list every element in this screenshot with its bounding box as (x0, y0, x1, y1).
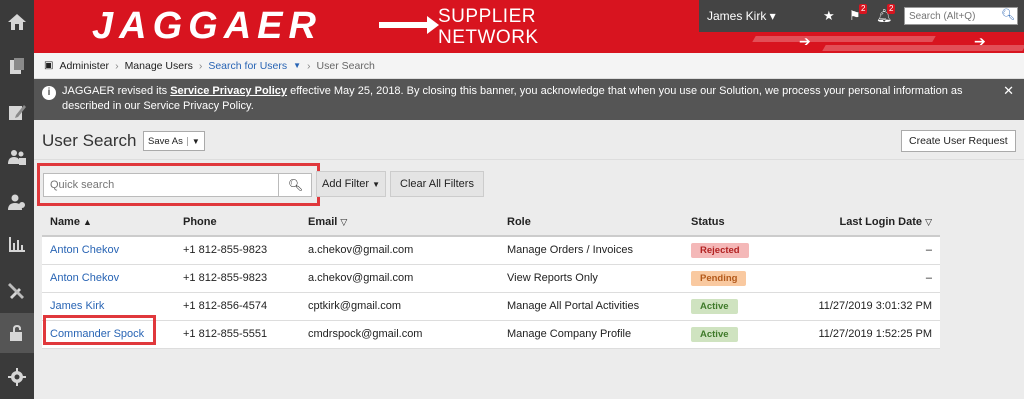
sort-icon[interactable]: ▽ (925, 217, 932, 227)
top-toolbar: James Kirk ▾ ★ ⚑ 2 🔔︎ 2 🔍︎ (699, 0, 1024, 32)
column-last-login[interactable]: Last Login Date ▽ (785, 208, 940, 237)
user-admin-icon[interactable] (0, 182, 34, 222)
role-cell: Manage Company Profile (499, 320, 683, 349)
close-icon[interactable]: ✕ (1003, 83, 1014, 98)
header-decoration (752, 36, 936, 42)
phone-cell: +1 812-855-9823 (175, 264, 300, 293)
email-cell: a.chekov@gmail.com (300, 236, 499, 265)
column-phone[interactable]: Phone (175, 208, 300, 237)
chevron-right-icon: › (307, 59, 311, 72)
sort-icon[interactable]: ▽ (340, 217, 347, 227)
users-table: Name ▲ Phone Email ▽ Role Status Last Lo… (42, 208, 940, 349)
table-row: Anton Chekov +1 812-855-9823 a.chekov@gm… (42, 264, 940, 293)
column-status[interactable]: Status (683, 208, 785, 237)
user-name-link[interactable]: Anton Chekov (50, 244, 119, 256)
table-row: Commander Spock +1 812-855-5551 cmdrspoc… (42, 320, 940, 349)
app-header: JAGGAER SUPPLIER NETWORK James Kirk ▾ ★ … (34, 0, 1024, 53)
logo-arrow (379, 16, 439, 34)
sort-asc-icon[interactable]: ▲ (83, 217, 92, 227)
bell-count-badge: 2 (887, 4, 896, 14)
caret-down-icon: ▼ (372, 179, 381, 189)
chevron-down-icon[interactable]: ▼ (293, 61, 301, 70)
last-login-cell: 11/27/2019 3:01:32 PM (785, 292, 940, 321)
home-icon[interactable] (0, 2, 34, 42)
last-login-cell: 11/27/2019 1:52:25 PM (785, 320, 940, 349)
column-email[interactable]: Email ▽ (300, 208, 499, 237)
table-header-row: Name ▲ Phone Email ▽ Role Status Last Lo… (42, 208, 940, 237)
email-cell: cptkirk@gmail.com (300, 292, 499, 321)
tools-icon[interactable] (0, 270, 34, 310)
global-search-icon[interactable]: 🔍︎ (1001, 8, 1015, 21)
status-badge: Active (691, 326, 738, 342)
administer-icon: ▣ (44, 60, 54, 71)
last-login-cell: – (785, 264, 940, 293)
user-name: James Kirk (707, 9, 767, 23)
phone-cell: +1 812-855-9823 (175, 236, 300, 265)
column-name[interactable]: Name ▲ (42, 208, 175, 237)
save-as-button[interactable]: Save As ▼ (143, 131, 205, 151)
breadcrumb-user-search: User Search (316, 59, 375, 72)
chevron-down-icon[interactable]: ▼ (186, 136, 204, 146)
settings-icon[interactable] (0, 357, 34, 397)
privacy-policy-link[interactable]: Service Privacy Policy (170, 85, 287, 97)
column-email-label: Email (308, 215, 338, 228)
status-badge: Pending (691, 270, 747, 286)
table-row: James Kirk +1 812-856-4574 cptkirk@gmail… (42, 292, 940, 321)
title-row: User Search Save As ▼ Create User Reques… (34, 120, 1024, 160)
role-cell: Manage All Portal Activities (499, 292, 683, 321)
highlight-box (43, 315, 156, 345)
user-name-link[interactable]: James Kirk (50, 300, 104, 312)
phone-cell: +1 812-856-4574 (175, 292, 300, 321)
edit-icon[interactable] (0, 92, 34, 132)
create-user-request-button[interactable]: Create User Request (901, 130, 1016, 152)
phone-cell: +1 812-855-5551 (175, 320, 300, 349)
page-title: User Search (42, 131, 137, 150)
info-icon: i (42, 86, 56, 100)
column-name-label: Name (50, 215, 80, 228)
role-cell: Manage Orders / Invoices (499, 236, 683, 265)
breadcrumb-manage-users[interactable]: Manage Users (125, 60, 193, 72)
network-label-line1: SUPPLIER (438, 6, 536, 27)
user-name-link[interactable]: Anton Chekov (50, 272, 119, 284)
save-as-label: Save As (148, 135, 183, 147)
status-badge: Rejected (691, 242, 749, 258)
banner-text-before: JAGGAER revised its (62, 85, 171, 97)
documents-icon[interactable] (0, 46, 34, 86)
breadcrumb-search-for-users[interactable]: Search for Users (208, 60, 287, 72)
privacy-banner: i JAGGAER revised its Service Privacy Po… (34, 79, 1024, 120)
add-filter-button[interactable]: Add Filter ▼ (316, 171, 387, 197)
favorites-star-icon[interactable]: ★ (823, 8, 835, 24)
left-nav-rail (0, 0, 34, 399)
main-content: User Search Save As ▼ Create User Reques… (34, 120, 1024, 399)
users-icon[interactable] (0, 137, 34, 177)
highlight-box (37, 163, 320, 206)
breadcrumb: ▣ Administer › Manage Users › Search for… (34, 53, 1024, 79)
header-decoration (822, 45, 1024, 51)
breadcrumb-administer[interactable]: Administer (59, 60, 109, 72)
column-role[interactable]: Role (499, 208, 683, 237)
last-login-cell: – (785, 236, 940, 265)
table-row: Anton Chekov +1 812-855-9823 a.chekov@gm… (42, 236, 940, 265)
divider (34, 159, 1024, 160)
user-menu[interactable]: James Kirk ▾ (707, 9, 776, 23)
network-label-line2: NETWORK (438, 27, 539, 48)
email-cell: cmdrspock@gmail.com (300, 320, 499, 349)
arrow-decoration-icon: ➔ (974, 33, 986, 49)
chevron-right-icon: › (198, 59, 203, 72)
add-filter-label: Add Filter (322, 178, 370, 190)
role-cell: View Reports Only (499, 264, 683, 293)
clear-all-filters-button[interactable]: Clear All Filters (390, 171, 484, 197)
column-last-login-label: Last Login Date (839, 215, 923, 228)
jaggaer-logo[interactable]: JAGGAER (92, 5, 322, 48)
lock-icon[interactable] (0, 313, 34, 353)
chevron-right-icon: › (115, 59, 119, 72)
flag-count-badge: 2 (859, 4, 868, 14)
arrow-decoration-icon: ➔ (799, 33, 811, 49)
status-badge: Active (691, 298, 738, 314)
email-cell: a.chekov@gmail.com (300, 264, 499, 293)
reports-icon[interactable] (0, 224, 34, 264)
